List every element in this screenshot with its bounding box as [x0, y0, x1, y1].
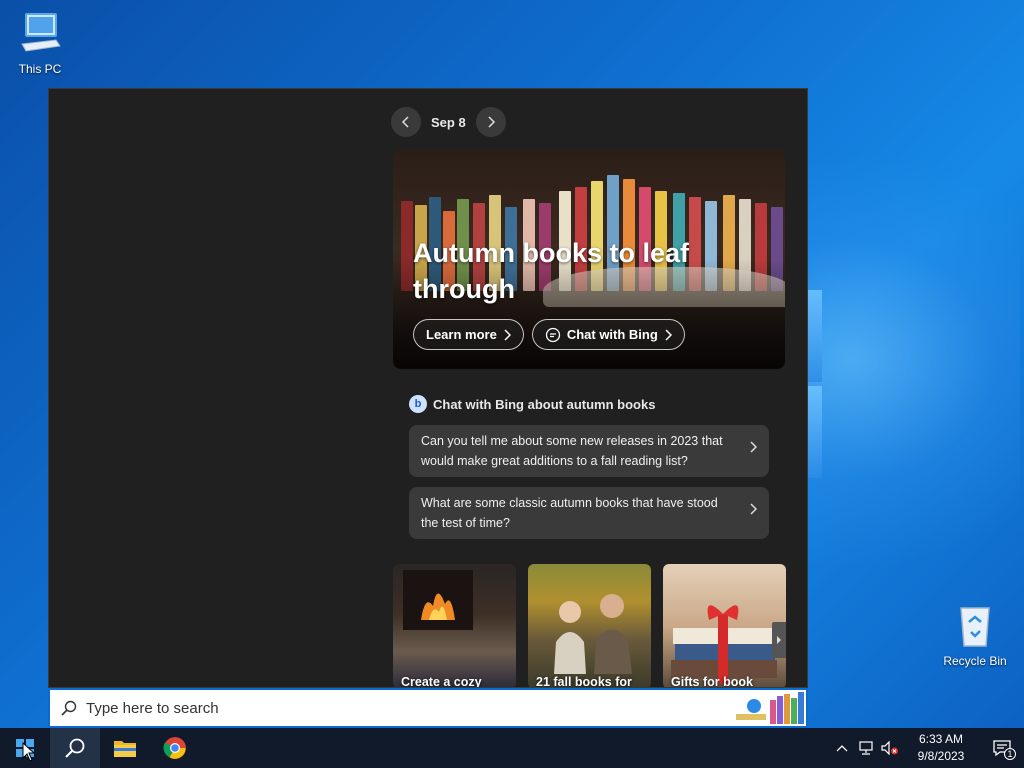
- network-button[interactable]: [854, 728, 878, 768]
- thumbnail-card[interactable]: 21 fall books for: [528, 564, 651, 688]
- date-label: Sep 8: [431, 114, 466, 130]
- folder-icon: [114, 741, 136, 757]
- chrome-icon: [163, 737, 186, 759]
- learn-more-button[interactable]: Learn more: [413, 319, 524, 350]
- chat-bubble-icon: [545, 327, 560, 342]
- chrome-button[interactable]: [150, 728, 200, 768]
- bing-prompt-text: What are some classic autumn books that …: [421, 496, 718, 530]
- search-icon: [61, 700, 77, 716]
- thumbnail-card[interactable]: Create a cozy: [393, 564, 516, 688]
- chevron-right-icon: [665, 328, 672, 341]
- search-highlights-panel: Sep 8 Autumn books to leaf through Learn…: [48, 88, 808, 688]
- bing-chat-heading-text: Chat with Bing about autumn books: [433, 396, 656, 412]
- wallpaper-pane: [808, 386, 822, 478]
- gift-books-image: [671, 605, 777, 684]
- bing-icon: b: [409, 395, 427, 413]
- taskbar: 6:33 AM 9/8/2023 1: [0, 728, 1024, 768]
- caret-right-icon: [777, 636, 781, 644]
- thumbnail-caption: Gifts for book: [671, 675, 753, 688]
- hero-actions: Learn more Chat with Bing: [413, 319, 685, 350]
- previous-day-button[interactable]: [391, 107, 421, 137]
- books-highlight-icon: [736, 692, 804, 724]
- clock-date: 9/8/2023: [917, 749, 965, 763]
- hero-card[interactable]: Autumn books to leaf through Learn more …: [393, 149, 785, 369]
- date-navigation: Sep 8: [391, 107, 506, 137]
- system-tray: 6:33 AM 9/8/2023 1: [830, 728, 1024, 768]
- taskbar-search-button[interactable]: [50, 728, 100, 768]
- network-icon: [859, 741, 873, 755]
- related-thumbnails: Create a cozy 21 fall books for Gifts fo…: [393, 564, 786, 688]
- chevron-right-icon: [504, 328, 511, 341]
- chevron-left-icon: [401, 116, 409, 128]
- chat-with-bing-label: Chat with Bing: [566, 327, 658, 342]
- chevron-right-icon: [750, 503, 757, 515]
- search-icon: [65, 738, 85, 758]
- mouse-cursor-icon: [22, 742, 36, 762]
- volume-button[interactable]: [878, 728, 902, 768]
- recycle-bin-icon: [951, 602, 999, 650]
- next-day-button[interactable]: [475, 107, 506, 137]
- desktop-icon-label: This PC: [18, 62, 62, 76]
- thumbnail-caption: Create a cozy: [401, 675, 482, 688]
- bing-chat-heading: b Chat with Bing about autumn books: [409, 395, 655, 413]
- scroll-right-button[interactable]: [772, 622, 786, 658]
- hero-title: Autumn books to leaf through: [413, 238, 689, 304]
- bing-prompt-card[interactable]: What are some classic autumn books that …: [409, 487, 769, 539]
- chevron-up-icon: [836, 745, 848, 752]
- search-input[interactable]: [86, 699, 686, 717]
- desktop-icon-recycle-bin[interactable]: Recycle Bin: [935, 602, 1015, 668]
- learn-more-label: Learn more: [426, 327, 497, 342]
- desktop-icon-label: Recycle Bin: [943, 654, 1007, 668]
- fireplace-image: [403, 570, 473, 630]
- thumbnail-caption: 21 fall books for: [536, 675, 632, 688]
- thumbnail-card[interactable]: Gifts for book: [663, 564, 786, 688]
- desktop-icon-this-pc[interactable]: This PC: [0, 10, 80, 76]
- file-explorer-button[interactable]: [100, 728, 150, 768]
- notification-badge: 1: [1004, 748, 1016, 760]
- taskbar-search-box[interactable]: [48, 688, 808, 728]
- action-center-button[interactable]: 1: [980, 728, 1024, 768]
- clock-time: 6:33 AM: [918, 732, 964, 746]
- wallpaper-pane: [808, 290, 822, 382]
- chevron-right-icon: [488, 116, 495, 128]
- bing-prompt-card[interactable]: Can you tell me about some new releases …: [409, 425, 769, 477]
- computer-icon: [16, 10, 64, 58]
- recent-column: [49, 89, 389, 687]
- family-reading-image: [554, 594, 632, 674]
- taskbar-clock[interactable]: 6:33 AM 9/8/2023: [908, 731, 974, 765]
- chevron-right-icon: [750, 441, 757, 453]
- volume-muted-icon: [881, 741, 898, 755]
- bing-prompt-text: Can you tell me about some new releases …: [421, 434, 723, 468]
- show-hidden-icons-button[interactable]: [830, 728, 854, 768]
- chat-with-bing-button[interactable]: Chat with Bing: [531, 319, 685, 350]
